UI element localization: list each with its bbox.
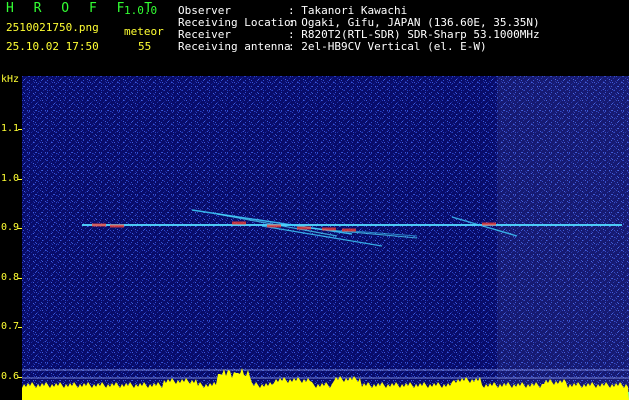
- signal-hotspot: [322, 227, 336, 231]
- y-axis-unit: kHz: [1, 74, 20, 85]
- signal-hotspot: [110, 224, 124, 228]
- spectrogram: [22, 76, 629, 400]
- meteor-count: 55: [138, 40, 152, 53]
- signal-hotspot: [342, 228, 356, 232]
- header-panel: H R O F F T 1.0.0 2510021750.png meteor …: [0, 0, 629, 76]
- signal-hotspot: [92, 223, 106, 227]
- y-tick-label: 0.8: [1, 272, 20, 283]
- y-tick-label: 1.0: [1, 173, 20, 184]
- y-tick-label: 0.7: [1, 321, 20, 332]
- mode-label: meteor: [124, 25, 164, 38]
- timestamp: 25.10.02 17:50: [6, 40, 99, 53]
- app-version: 1.0.0: [124, 4, 158, 17]
- signal-hotspot: [267, 224, 281, 228]
- info-value-antenna: : 2el-HB9CV Vertical (el. E-W): [288, 40, 487, 53]
- y-tick-label: 0.9: [1, 222, 20, 233]
- y-tick-label: 0.6: [1, 371, 20, 382]
- info-label-antenna: Receiving antenna: [178, 40, 291, 53]
- spectrogram-canvas: [22, 76, 629, 400]
- signal-hotspot: [482, 222, 496, 226]
- signal-hotspot: [232, 221, 246, 225]
- y-tick-label: 1.1: [1, 123, 20, 134]
- image-filename: 2510021750.png: [6, 21, 99, 34]
- signal-hotspot: [297, 226, 311, 230]
